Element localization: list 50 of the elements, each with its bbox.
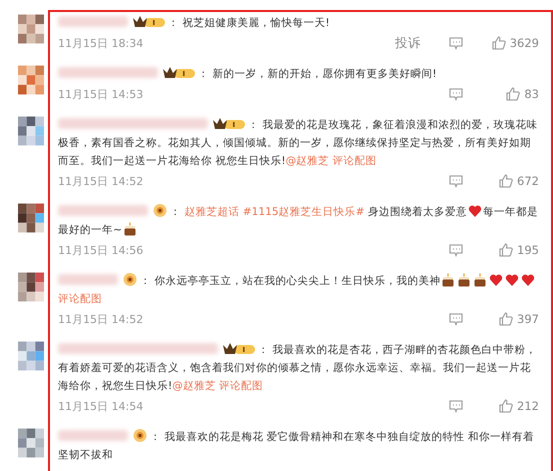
comment-date: 11月15日 14:52 bbox=[58, 174, 144, 188]
comment-date: 11月15日 14:53 bbox=[58, 86, 144, 102]
heart-icon bbox=[468, 204, 482, 218]
like-button[interactable]: 83 bbox=[487, 87, 539, 101]
like-button[interactable]: 195 bbox=[487, 243, 539, 257]
thumbs-up-icon bbox=[499, 399, 514, 413]
cake-icon bbox=[122, 222, 137, 236]
heart-icon bbox=[521, 273, 536, 287]
comment-date: 11月15日 14:56 bbox=[58, 242, 144, 258]
comment-text: ： 赵雅芝超话 #1115赵雅芝生日快乐# 身边围绕着太多爱意 每一年都是最好的一年~ bbox=[58, 203, 539, 239]
comment-date: 11月15日 14:54 bbox=[58, 398, 144, 414]
crown-badge-icon bbox=[212, 117, 246, 131]
cake-icon bbox=[457, 273, 472, 287]
thumbs-up-icon bbox=[492, 36, 506, 50]
flower-badge-icon bbox=[152, 203, 168, 218]
heart-icon bbox=[505, 273, 520, 287]
comment-text: ： 我最爱的花是玫瑰花，象征着浪漫和浓烈的爱，玫瑰花味极香，素有国香之称。花如其人，倾国倾城。新的一岁，愿你继续保持坚定与热爱，所有美好如期而至。我们一起送一片花海给你 祝您生日快乐!@赵雅芝 评论配图 bbox=[58, 116, 538, 169]
crown-badge-icon bbox=[162, 66, 196, 80]
comment-icon[interactable] bbox=[449, 174, 463, 188]
crown-badge-icon bbox=[132, 15, 166, 29]
flower-badge-icon bbox=[122, 272, 138, 287]
comment-icon[interactable] bbox=[449, 88, 463, 100]
comment-text: ： 新的一岁，新的开始，愿你拥有更多美好瞬间! bbox=[58, 65, 539, 83]
comment-icon[interactable] bbox=[449, 244, 463, 256]
comment-icon[interactable] bbox=[449, 36, 463, 50]
blurred-username bbox=[58, 430, 128, 441]
thumbs-up-icon bbox=[499, 243, 514, 257]
cake-icon bbox=[441, 273, 456, 287]
thumbs-up-icon bbox=[506, 87, 520, 101]
report-link[interactable]: 投诉 bbox=[395, 34, 421, 52]
comment-date: 11月15日 14:52 bbox=[58, 312, 144, 326]
comment-date: 11月15日 18:34 bbox=[58, 36, 144, 50]
crown-badge-icon bbox=[222, 342, 256, 356]
blurred-username bbox=[58, 274, 118, 285]
like-button[interactable]: 397 bbox=[487, 312, 539, 326]
comment-text: ： 我最喜欢的花是杏花，西子湖畔的杏花颜色白中带粉，有着娇羞可爱的花语含义，饱含着我们对你的倾慕之情，愿你永远幸运、幸福。我们一起送一片花海给你，祝您生日快乐!@赵雅芝 评论配图 bbox=[58, 341, 538, 394]
cake-icon bbox=[473, 273, 488, 287]
like-button[interactable]: 672 bbox=[487, 174, 539, 188]
thumbs-up-icon bbox=[499, 312, 514, 326]
heart-icon bbox=[489, 273, 504, 287]
blurred-username bbox=[58, 16, 128, 27]
comment-text: ： 你永远亭亭玉立，站在我的心尖尖上！生日快乐，我的美神 评论配图 bbox=[58, 272, 539, 308]
comment-icon[interactable] bbox=[449, 312, 463, 326]
comment-text: ： 祝芝姐健康美麗，愉快每一天! bbox=[58, 14, 539, 32]
thumbs-up-icon bbox=[499, 174, 514, 188]
comment-text: ： 我最喜欢的花是梅花 爱它傲骨精神和在寒冬中独自绽放的特性 和你一样有着坚韧不拔和 bbox=[58, 428, 539, 464]
like-button[interactable]: 212 bbox=[487, 399, 539, 413]
like-button[interactable]: 3629 bbox=[487, 36, 539, 50]
comment-icon[interactable] bbox=[449, 400, 463, 412]
flower-badge-icon bbox=[132, 428, 148, 443]
